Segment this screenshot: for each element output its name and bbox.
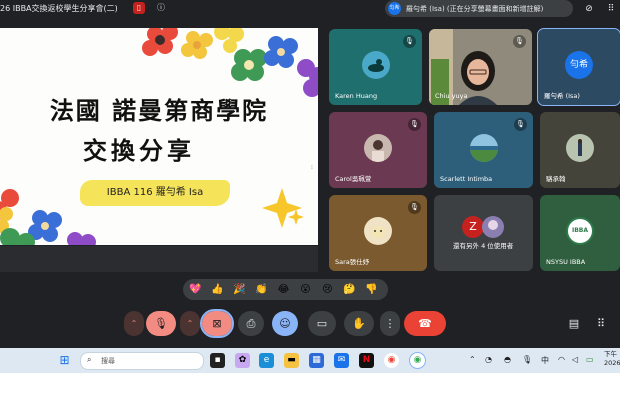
reaction-laugh[interactable]: 😂 <box>275 281 292 298</box>
taskbar: ⊞ ⌕ 搜尋 ▪ ✿ e ▬ ▦ ✉ N ◉ ◉ ⌃ ◔ ◓ 🎙 中 ◠ ◁ ▭… <box>0 348 620 373</box>
more-participants-label: 還有另外 4 位使用者 <box>453 242 514 250</box>
meet-window: 26 IBBA交換返校學生分享會(二) ▯ ⓘ 匀希 羅勻希 (Isa) (正在… <box>0 0 620 348</box>
slide-bottom-strip <box>0 246 318 272</box>
door-icon[interactable]: ▯ <box>133 2 145 14</box>
top-bar: 26 IBBA交換返校學生分享會(二) ▯ ⓘ 匀希 羅勻希 (Isa) (正在… <box>0 0 620 18</box>
participants-icon[interactable]: ⠿ <box>604 2 618 16</box>
volume-icon[interactable]: ◁ <box>572 355 578 364</box>
participant-name: Scarlett Intimba <box>440 175 493 183</box>
outlook-icon[interactable]: ✉ <box>334 353 349 368</box>
task-view-icon[interactable]: ▪ <box>210 353 225 368</box>
participant-tile[interactable]: 駱承翰 <box>540 112 620 188</box>
mic-off-icon: 🎙 <box>408 201 421 214</box>
reactions-bar: 💖 👍 🎉 👏 😂 😮 😢 🤔 👎 <box>183 279 388 300</box>
chrome-icon[interactable]: ◉ <box>384 353 399 368</box>
participant-avatar <box>566 134 594 162</box>
mic-off-icon: 🎙 <box>514 118 527 131</box>
participant-tile[interactable]: 🎙 Scarlett Intimba <box>434 112 533 188</box>
present-screen-icon[interactable]: ⎙ <box>238 311 264 336</box>
meeting-title: 26 IBBA交換返校學生分享會(二) <box>0 4 118 13</box>
captions-icon[interactable]: ▭ <box>308 311 336 336</box>
reaction-clap[interactable]: 👏 <box>253 281 270 298</box>
info-icon[interactable]: ⓘ <box>155 2 167 14</box>
chat-icon[interactable]: ▤ <box>567 317 581 331</box>
slide-title-line-2: 交換分享 <box>83 136 195 165</box>
participant-avatar <box>364 134 392 162</box>
search-icon: ⌕ <box>87 355 92 364</box>
mic-options-chevron-icon[interactable]: ⌃ <box>124 311 144 336</box>
windows-start-icon[interactable]: ⊞ <box>57 353 72 368</box>
reaction-sad[interactable]: 😢 <box>319 281 336 298</box>
presenter-avatar: 匀希 <box>388 2 401 15</box>
mic-tray-icon[interactable]: 🎙 <box>522 355 532 364</box>
participant-tile[interactable]: 🎙 Chiu yuya <box>429 29 532 105</box>
participant-avatar <box>469 134 498 162</box>
participant-tile[interactable]: 🎙 Carol吳珮萱 <box>329 112 427 188</box>
clock-date: 2026 <box>604 359 620 367</box>
participant-avatar <box>361 51 390 79</box>
reaction-thinking[interactable]: 🤔 <box>341 281 358 298</box>
participant-avatar: Z <box>462 216 484 238</box>
slide-title-line-1: 法國 諾曼第商學院 <box>49 96 269 125</box>
shared-slide: 法國 諾曼第商學院 交換分享 IBBA 116 羅勻希 Isa <box>0 28 318 245</box>
copilot-icon[interactable]: ✿ <box>235 353 250 368</box>
mic-off-icon: 🎙 <box>513 35 526 48</box>
raise-hand-icon[interactable]: ✋ <box>344 311 374 336</box>
participant-avatar: 勻希 <box>565 51 593 79</box>
apps-grid-icon[interactable]: ⠿ <box>594 317 608 331</box>
hide-self-view-icon[interactable]: ⊘ <box>582 2 596 16</box>
show-hidden-icons-icon[interactable]: ⌃ <box>469 355 476 364</box>
netflix-icon[interactable]: N <box>359 353 374 368</box>
participant-tile[interactable]: 🎙 Sara張仕妤 <box>329 195 427 271</box>
resize-handle[interactable]: ⁝ <box>311 164 313 171</box>
participant-tile-active-speaker[interactable]: 勻希 羅勻希 (Isa) <box>537 28 620 106</box>
clock-time: 下午 <box>604 350 617 358</box>
store-icon[interactable]: ▦ <box>309 353 324 368</box>
more-participants-tile[interactable]: Z 還有另外 4 位使用者 <box>434 195 533 271</box>
file-explorer-icon[interactable]: ▬ <box>284 353 299 368</box>
hang-up-icon[interactable]: ☎ <box>404 311 446 336</box>
app-tray-icon[interactable]: ◔ <box>485 355 492 364</box>
participant-name: Carol吳珮萱 <box>335 175 372 183</box>
participant-name: 羅勻希 (Isa) <box>544 92 580 100</box>
more-options-icon[interactable]: ⋮ <box>380 311 400 336</box>
participant-avatar <box>482 216 504 238</box>
emoji-icon[interactable]: ☺ <box>272 311 298 336</box>
clock[interactable]: 下午 2026 <box>604 350 620 368</box>
mic-off-icon: 🎙 <box>403 35 416 48</box>
presenter-status-text: 羅勻希 (Isa) (正在分享螢幕畫面和新增註解) <box>406 5 544 13</box>
reaction-thumbs-down[interactable]: 👎 <box>363 281 380 298</box>
battery-icon[interactable]: ▭ <box>586 355 594 364</box>
participant-tile[interactable]: 🎙 Karen Huang <box>329 29 422 105</box>
teams-tray-icon[interactable]: ◓ <box>504 355 511 364</box>
participant-name: Karen Huang <box>335 92 378 100</box>
mic-off-icon[interactable]: 🎙 <box>146 311 176 336</box>
participant-name: 駱承翰 <box>546 175 566 183</box>
participant-name: Chiu yuya <box>435 92 468 100</box>
edge-icon[interactable]: e <box>259 353 274 368</box>
participant-name: NSYSU IBBA <box>546 258 586 266</box>
camera-off-icon[interactable]: ⊠ <box>200 309 234 338</box>
participant-avatar <box>364 217 392 245</box>
search-placeholder: 搜尋 <box>101 357 115 365</box>
ime-indicator[interactable]: 中 <box>541 355 549 366</box>
nsysu-logo: IBBA <box>566 217 594 245</box>
reaction-party[interactable]: 🎉 <box>231 281 248 298</box>
mic-off-icon: 🎙 <box>408 118 421 131</box>
chrome-active-icon[interactable]: ◉ <box>409 352 426 369</box>
reaction-heart[interactable]: 💖 <box>187 281 204 298</box>
camera-options-chevron-icon[interactable]: ⌃ <box>180 311 200 336</box>
participant-name: Sara張仕妤 <box>335 258 370 266</box>
presenter-status[interactable]: 匀希 羅勻希 (Isa) (正在分享螢幕畫面和新增註解) <box>385 0 573 17</box>
taskbar-search[interactable]: ⌕ 搜尋 <box>80 352 204 370</box>
participant-tile[interactable]: IBBA NSYSU IBBA <box>540 195 620 271</box>
reaction-surprised[interactable]: 😮 <box>297 281 314 298</box>
slide-presenter-label: IBBA 116 羅勻希 Isa <box>80 180 230 206</box>
wifi-icon[interactable]: ◠ <box>558 355 565 364</box>
reaction-thumbs-up[interactable]: 👍 <box>209 281 226 298</box>
